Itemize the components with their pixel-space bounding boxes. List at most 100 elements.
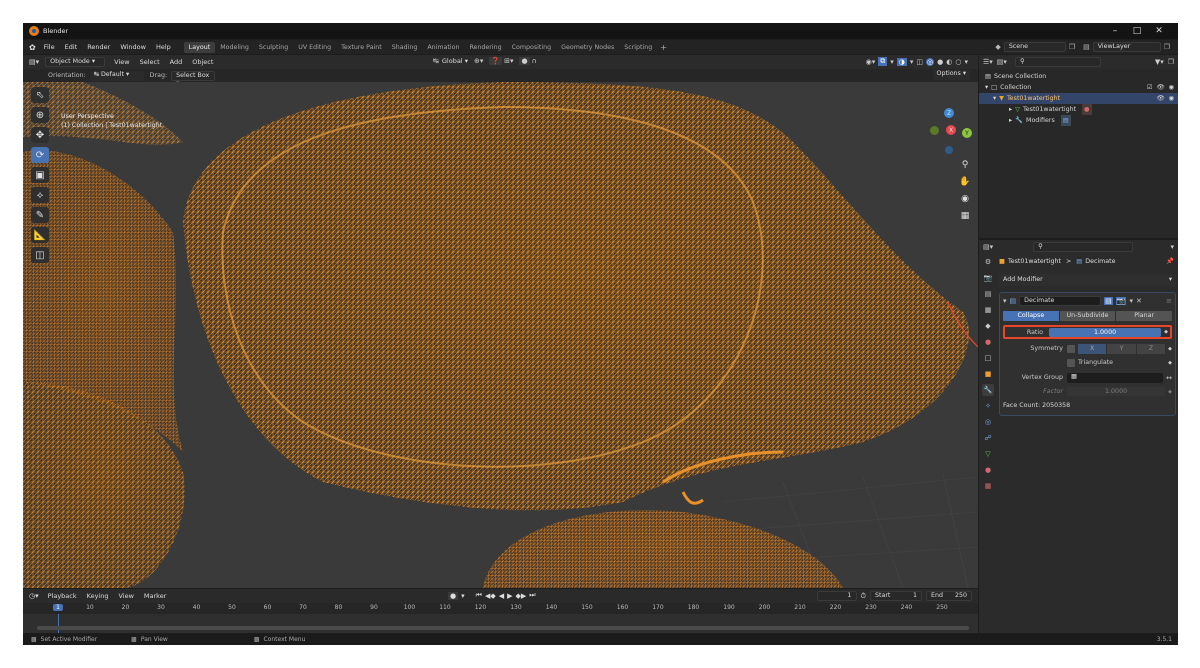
material-tab-icon[interactable]: ● xyxy=(982,464,994,476)
select-box-tool[interactable]: ⬁ xyxy=(31,87,49,103)
workspace-tab-texture-paint[interactable]: Texture Paint xyxy=(336,42,387,53)
remove-modifier-icon[interactable]: ✕ xyxy=(1136,297,1142,305)
rendered-shading-icon[interactable]: ○ xyxy=(955,58,961,66)
object-visibility-icon[interactable]: ◉▾ xyxy=(866,58,876,66)
collection-tab-icon[interactable]: □ xyxy=(982,352,994,364)
symmetry-checkbox[interactable] xyxy=(1067,344,1075,353)
xray-icon[interactable]: ◫ xyxy=(916,58,923,66)
viewport-menu-view[interactable]: View xyxy=(109,58,134,66)
show-render-icon[interactable]: 📷 xyxy=(1115,297,1127,305)
move-tool[interactable]: ✥ xyxy=(31,127,49,143)
outliner-object-row[interactable]: ▾ ▼ Test01watertight 👁 ◉ xyxy=(979,93,1178,104)
proportional-edit-icon[interactable]: ● xyxy=(519,57,530,65)
shading-options-icon[interactable]: ▾ xyxy=(964,58,968,66)
stopwatch-icon[interactable]: ⏱ xyxy=(861,592,866,601)
workspace-tab-animation[interactable]: Animation xyxy=(422,42,464,53)
menu-help[interactable]: Help xyxy=(151,43,176,51)
add-modifier-dropdown[interactable]: Add Modifier ▾ xyxy=(999,274,1176,286)
transform-orientation-icon[interactable]: ↹ xyxy=(433,57,439,65)
menu-file[interactable]: File xyxy=(39,43,60,51)
scale-tool[interactable]: ▣ xyxy=(31,167,49,183)
view-layer-tab-icon[interactable]: ▦ xyxy=(982,304,994,316)
scene-tab-icon[interactable]: ◆ xyxy=(982,320,994,332)
perspective-toggle-icon[interactable]: ▦ xyxy=(958,209,972,223)
viewport-menu-object[interactable]: Object xyxy=(187,58,218,66)
gizmo-icon[interactable]: ⧉ xyxy=(878,57,888,66)
workspace-tab-scripting[interactable]: Scripting xyxy=(619,42,657,53)
add-workspace-button[interactable]: + xyxy=(660,43,667,52)
snap-target-icon[interactable]: ⊞▾ xyxy=(504,57,513,65)
menu-window[interactable]: Window xyxy=(115,43,151,51)
show-editmode-icon[interactable]: ▤ xyxy=(1104,297,1113,305)
outliner-editor-icon[interactable]: ☰▾ xyxy=(983,58,993,66)
filter-icon[interactable]: ▼▾ xyxy=(1155,58,1164,66)
measure-tool[interactable]: 📐 xyxy=(31,227,49,243)
drag-handle-icon[interactable]: ≡ xyxy=(1166,297,1172,305)
symmetry-axis-z[interactable]: Z xyxy=(1136,343,1166,354)
wireframe-shading-icon[interactable]: ◎ xyxy=(926,57,935,66)
expand-icon[interactable]: ▾ xyxy=(985,82,988,93)
camera-view-icon[interactable]: ◉ xyxy=(958,192,972,206)
workspace-tab-rendering[interactable]: Rendering xyxy=(464,42,506,53)
workspace-tab-uv-editing[interactable]: UV Editing xyxy=(293,42,336,53)
overlay-icon[interactable]: ◑ xyxy=(896,57,907,66)
orientation-dropdown[interactable]: ↹ Default ▾ xyxy=(89,70,144,81)
view-layer-field[interactable]: ViewLayer xyxy=(1092,42,1161,52)
minimize-icon[interactable]: – xyxy=(1104,23,1126,39)
view-layer-icon[interactable]: ▤ xyxy=(1083,43,1090,51)
timeline-menu-keying[interactable]: Keying xyxy=(82,592,114,600)
keyframe-dot-icon[interactable]: ◆ xyxy=(1168,389,1172,395)
play-icon[interactable]: ▶ xyxy=(507,592,512,600)
start-frame-field[interactable]: Start 1 xyxy=(870,591,922,601)
timeline-menu-marker[interactable]: Marker xyxy=(139,592,171,600)
end-frame-field[interactable]: End 250 xyxy=(926,591,972,601)
render-icon[interactable]: ◉ xyxy=(1169,93,1175,104)
exclude-checkbox[interactable]: ☑ xyxy=(1147,82,1153,93)
workspace-tab-sculpting[interactable]: Sculpting xyxy=(254,42,293,53)
menu-edit[interactable]: Edit xyxy=(60,43,83,51)
properties-options-icon[interactable]: ▾ xyxy=(1170,243,1174,251)
collapse-panel-icon[interactable]: ▾ xyxy=(1003,297,1007,305)
expand-icon[interactable]: ▸ xyxy=(1009,104,1012,115)
workspace-tab-modeling[interactable]: Modeling xyxy=(215,42,254,53)
material-shading-icon[interactable]: ◐ xyxy=(946,58,952,66)
drag-dropdown[interactable]: Select Box ▾ xyxy=(171,70,216,87)
outliner-modifiers-row[interactable]: ▸ 🔧 Modifiers ▤ xyxy=(979,115,1178,126)
auto-keying-icon[interactable]: ● xyxy=(448,591,459,600)
gizmo-neg-z[interactable] xyxy=(945,146,953,154)
transform-tool[interactable]: ⟡ xyxy=(31,187,49,203)
display-mode-icon[interactable]: ▤▾ xyxy=(997,58,1007,66)
mode-collapse[interactable]: Collapse xyxy=(1003,311,1059,321)
texture-tab-icon[interactable]: ▦ xyxy=(982,480,994,492)
outliner-mesh-row[interactable]: ▸ ▽ Test01watertight ● xyxy=(979,104,1178,115)
visibility-icon[interactable]: 👁 xyxy=(1157,82,1165,93)
keyframe-dot-icon[interactable]: ◆ xyxy=(1164,329,1168,335)
next-keyframe-icon[interactable]: ◆▶ xyxy=(516,592,527,600)
prev-keyframe-icon[interactable]: ◀◆ xyxy=(485,592,496,600)
outliner-search-input[interactable]: ⚲ xyxy=(1014,57,1101,67)
symmetry-axis-y[interactable]: Y xyxy=(1107,343,1136,354)
timeline-editor-icon[interactable]: ◷▾ xyxy=(29,592,39,600)
close-icon[interactable]: ✕ xyxy=(1148,23,1170,39)
particles-tab-icon[interactable]: ✧ xyxy=(982,400,994,412)
transform-orientation-dropdown[interactable]: Global ▾ xyxy=(442,57,468,65)
mode-dropdown[interactable]: Object Mode ▾ xyxy=(45,57,106,67)
outliner-scene-collection[interactable]: ▤ Scene Collection xyxy=(979,71,1178,82)
ratio-slider[interactable]: 1.0000 xyxy=(1049,327,1162,337)
gizmo-dropdown-icon[interactable]: ▾ xyxy=(890,58,894,66)
play-reverse-icon[interactable]: ◀ xyxy=(499,592,504,600)
viewport-menu-select[interactable]: Select xyxy=(135,58,165,66)
navigation-gizmo[interactable]: Z X Y xyxy=(928,108,974,154)
outliner-collection[interactable]: ▾ □ Collection ☑ 👁 ◉ xyxy=(979,82,1178,93)
expand-icon[interactable]: ▾ xyxy=(993,93,996,104)
modifier-tab-icon[interactable]: 🔧 xyxy=(982,384,994,396)
workspace-tab-compositing[interactable]: Compositing xyxy=(507,42,556,53)
tool-tab-icon[interactable]: ⚙ xyxy=(982,256,994,268)
modifier-options-icon[interactable]: ▾ xyxy=(1129,297,1133,305)
physics-tab-icon[interactable]: ◎ xyxy=(982,416,994,428)
properties-editor-icon[interactable]: ▤▾ xyxy=(983,243,993,251)
keying-options-icon[interactable]: ▾ xyxy=(461,592,465,600)
keyframe-dot-icon[interactable]: ◆ xyxy=(1168,346,1172,352)
menu-render[interactable]: Render xyxy=(82,43,115,51)
falloff-icon[interactable]: ∩ xyxy=(532,57,537,65)
